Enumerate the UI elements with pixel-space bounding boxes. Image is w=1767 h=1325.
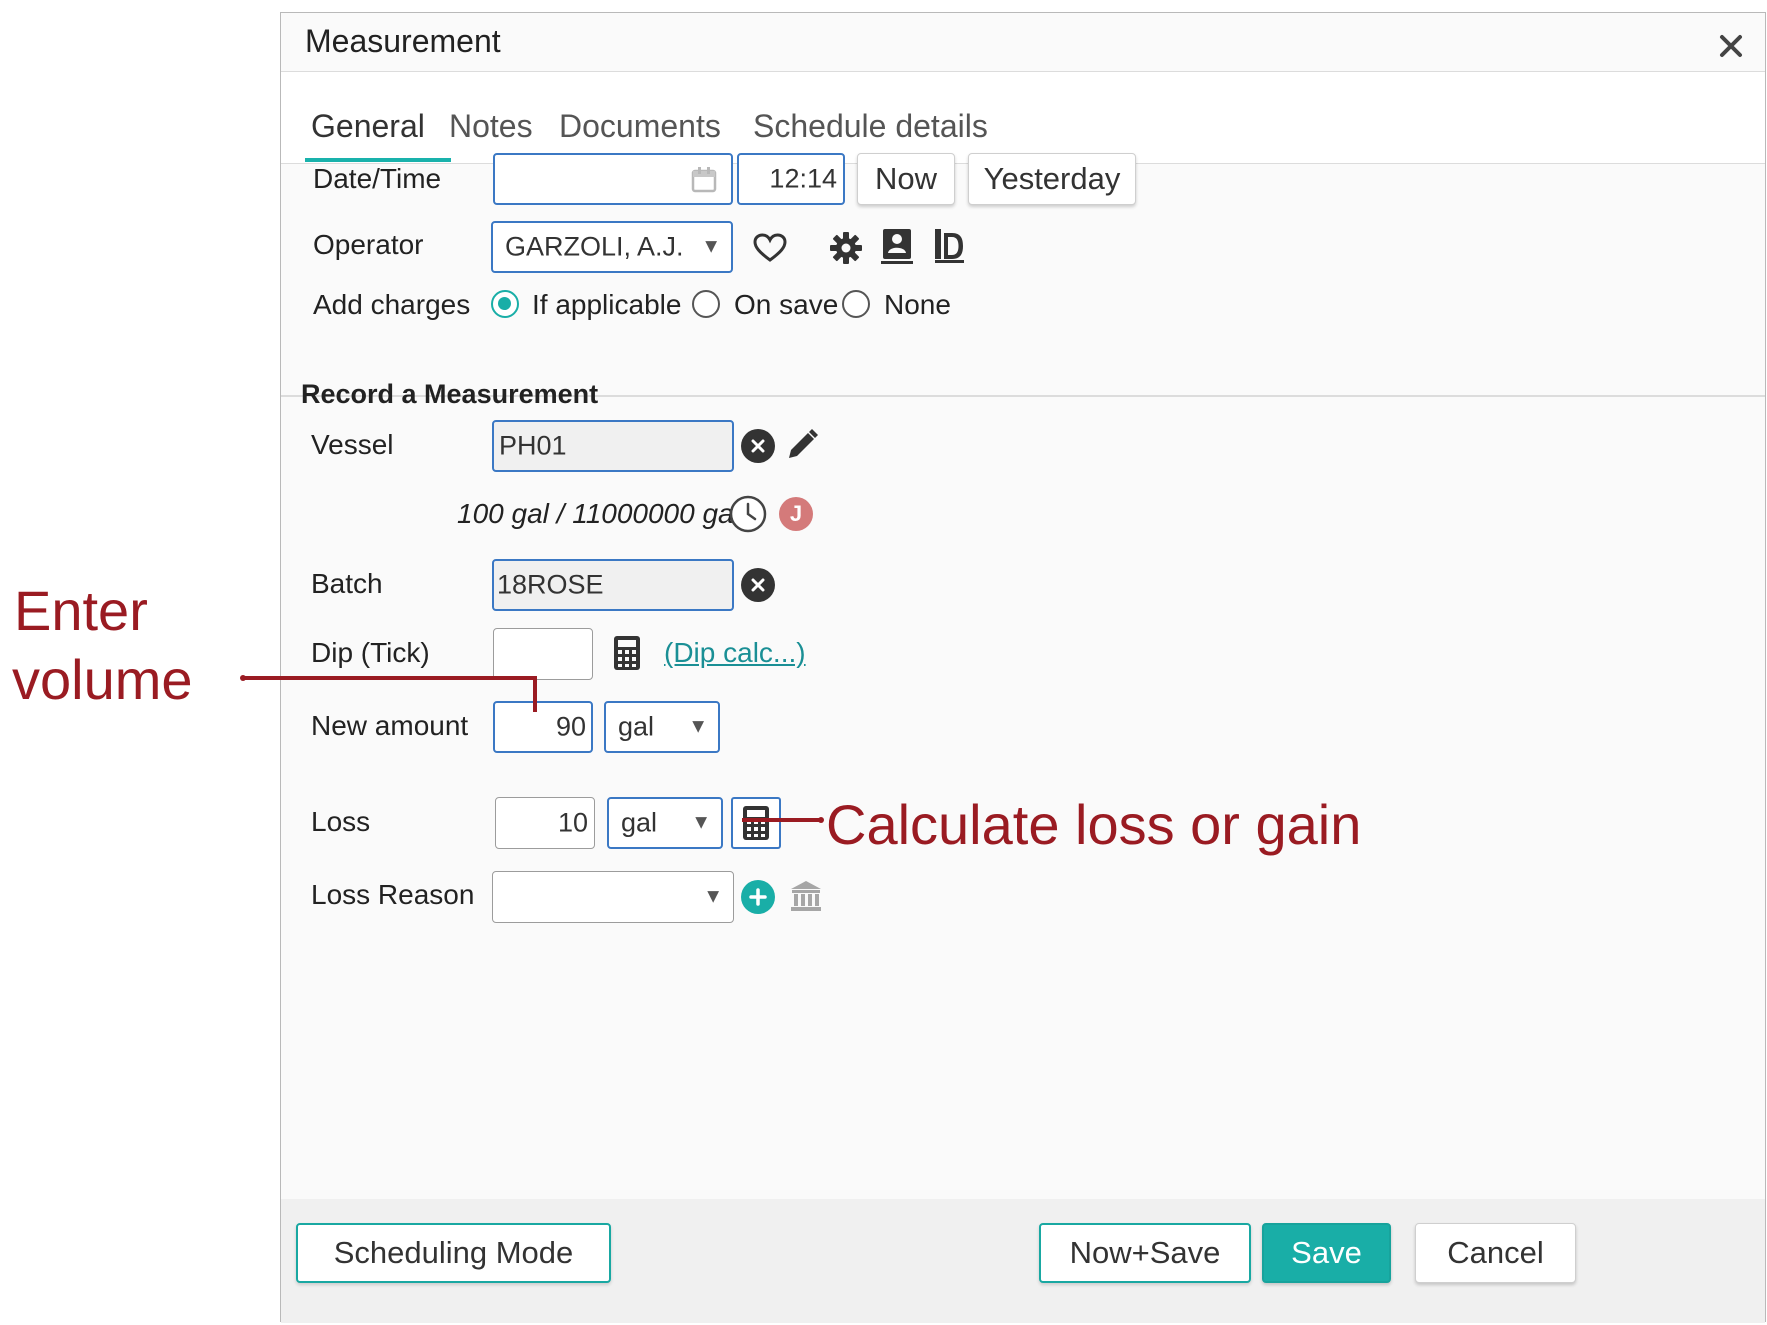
annotation-calculate-loss: Calculate loss or gain [826, 793, 1362, 856]
annotation-leader-lines [240, 675, 824, 823]
